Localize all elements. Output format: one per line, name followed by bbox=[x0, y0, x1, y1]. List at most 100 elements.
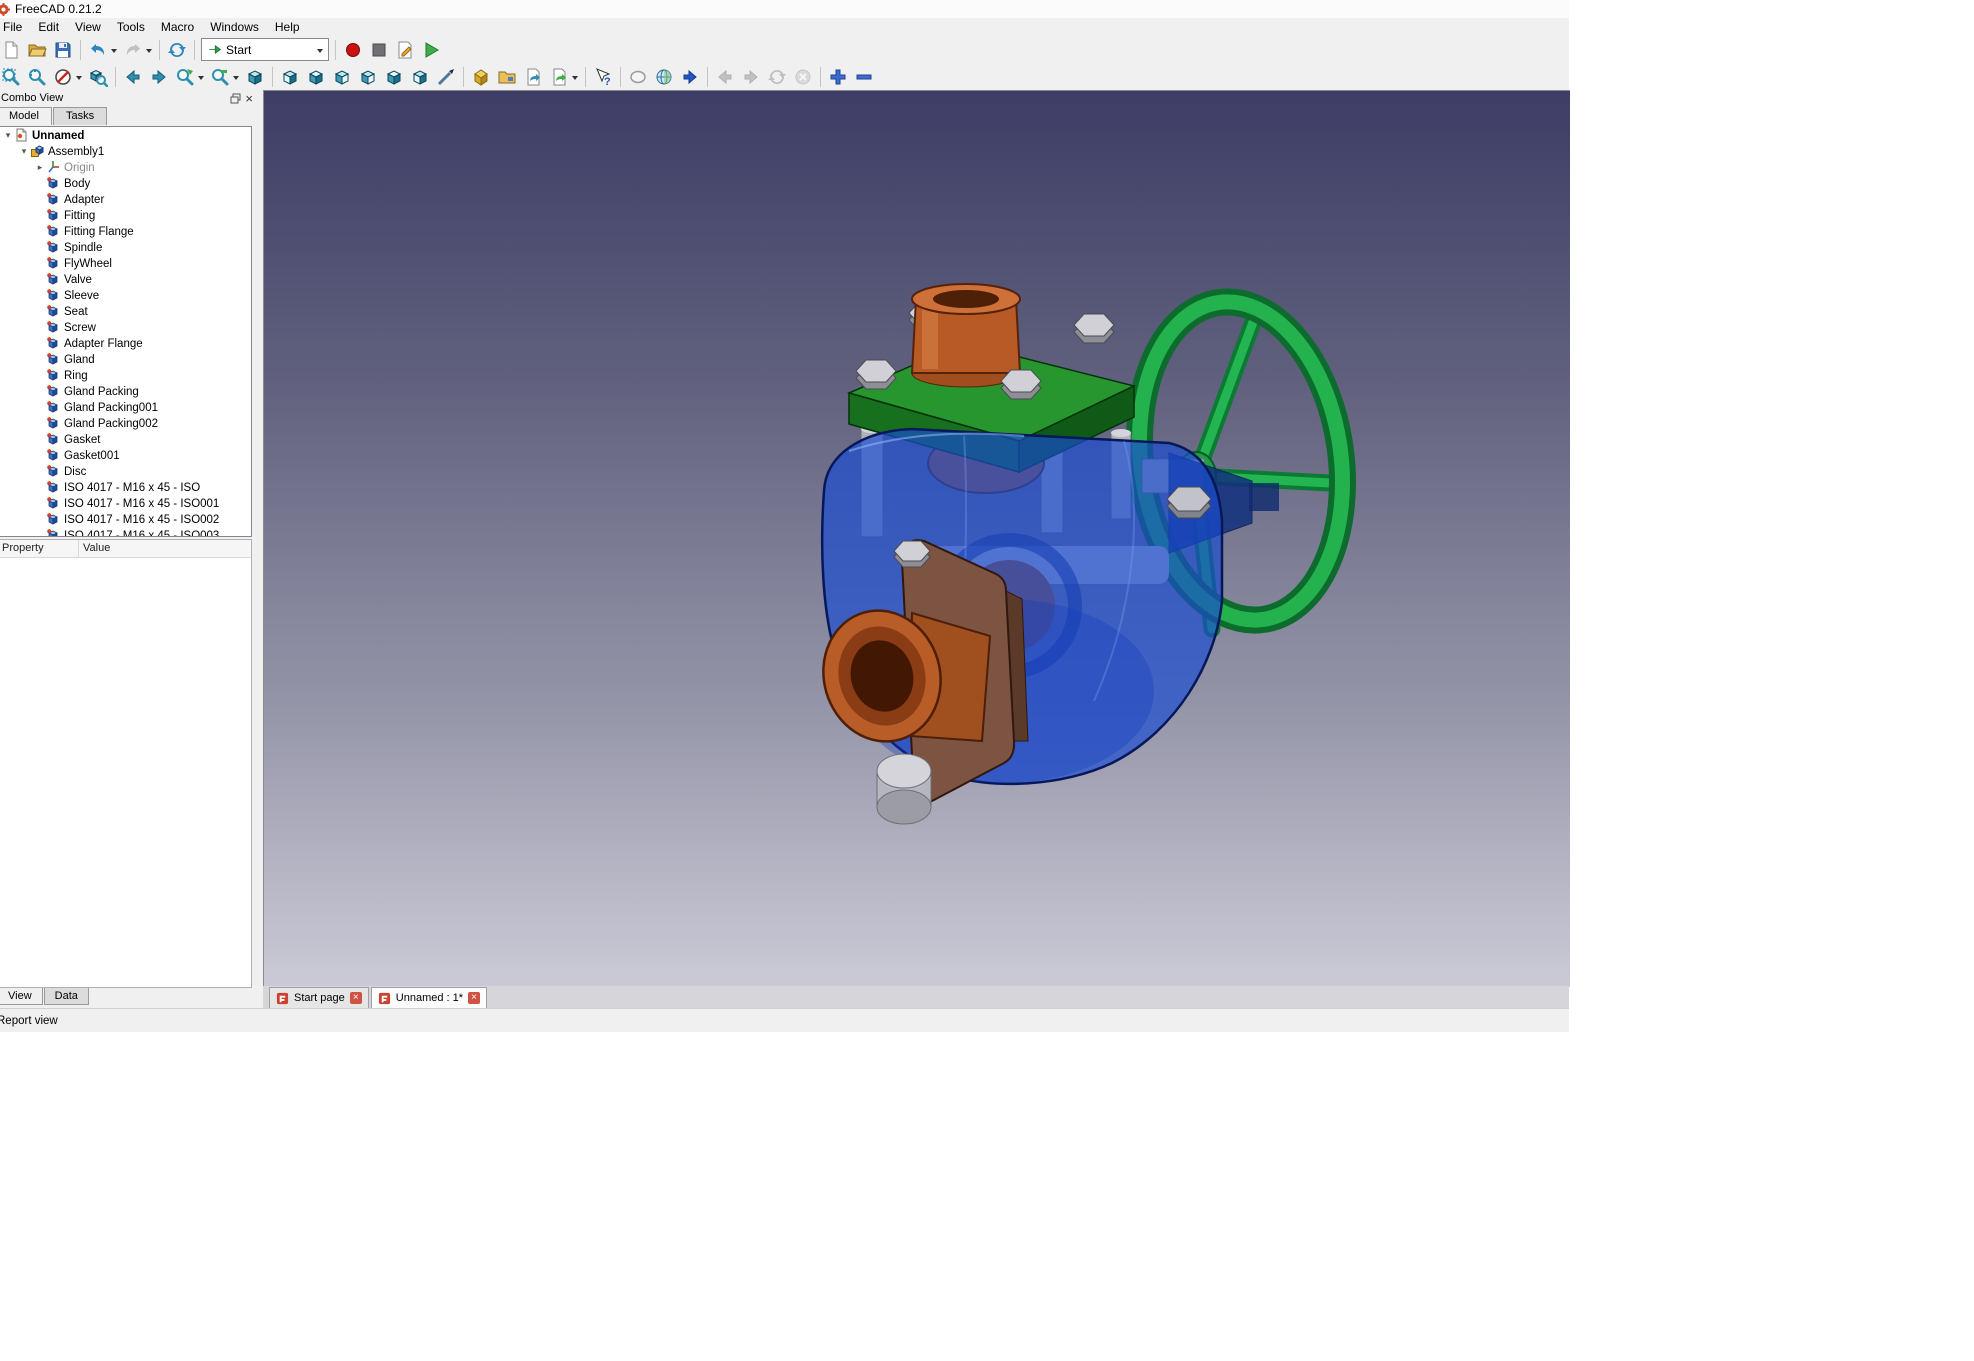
menu-item[interactable]: View bbox=[67, 18, 109, 36]
close-panel-icon[interactable]: × bbox=[245, 93, 253, 104]
view-front-button[interactable] bbox=[277, 65, 303, 89]
tree-item-gland-packing001[interactable]: Gland Packing001 bbox=[0, 399, 251, 415]
document-tab[interactable]: Start page × bbox=[269, 987, 369, 1008]
tree-item-ring[interactable]: Ring bbox=[0, 367, 251, 383]
nav-back-button[interactable] bbox=[120, 65, 146, 89]
macro-play-button[interactable] bbox=[418, 38, 444, 62]
tree-item-sleeve[interactable]: Sleeve bbox=[0, 287, 251, 303]
tree-item-valve[interactable]: Valve bbox=[0, 271, 251, 287]
combo-view-tab[interactable]: Model bbox=[0, 107, 52, 125]
tree-item-flywheel[interactable]: FlyWheel bbox=[0, 255, 251, 271]
whats-this-button[interactable]: ? bbox=[590, 65, 616, 89]
make-link-relative-button[interactable] bbox=[546, 65, 581, 89]
undo-button[interactable] bbox=[85, 38, 120, 62]
save-file-button[interactable] bbox=[50, 38, 76, 62]
draw-style-button[interactable] bbox=[50, 65, 85, 89]
zoom-out-button[interactable] bbox=[851, 65, 877, 89]
tree-item-adapter[interactable]: Adapter bbox=[0, 191, 251, 207]
chevron-down-icon[interactable]: ▾ bbox=[18, 146, 30, 157]
tree-item-label: Ring bbox=[64, 369, 88, 382]
create-part-button[interactable] bbox=[468, 65, 494, 89]
document-tab[interactable]: Unnamed : 1* × bbox=[371, 987, 487, 1008]
tree-item-gasket001[interactable]: Gasket001 bbox=[0, 447, 251, 463]
open-website-button[interactable] bbox=[651, 65, 677, 89]
menu-item[interactable]: Edit bbox=[30, 18, 67, 36]
part-icon bbox=[46, 288, 61, 302]
tree-item-fitting-flange[interactable]: Fitting Flange bbox=[0, 223, 251, 239]
menu-item[interactable]: Help bbox=[267, 18, 308, 36]
menu-item[interactable]: Windows bbox=[202, 18, 267, 36]
box-zoom-button[interactable] bbox=[85, 65, 111, 89]
tree-item-seat[interactable]: Seat bbox=[0, 303, 251, 319]
chevron-down-icon[interactable]: ▾ bbox=[2, 130, 14, 141]
close-tab-icon[interactable]: × bbox=[468, 992, 480, 1004]
value-column-header: Value bbox=[79, 540, 114, 557]
refresh-button[interactable] bbox=[164, 38, 190, 62]
tree-item-unnamed[interactable]: ▾Unnamed bbox=[0, 127, 251, 143]
view-top-button[interactable] bbox=[303, 65, 329, 89]
redo-button[interactable] bbox=[120, 38, 155, 62]
tree-item-fitting[interactable]: Fitting bbox=[0, 207, 251, 223]
open-file-button[interactable] bbox=[24, 38, 50, 62]
tree-item-label: Spindle bbox=[64, 241, 102, 254]
tree-item-body[interactable]: Body bbox=[0, 175, 251, 191]
tree-item-iso-4017-m16-x-45-iso003[interactable]: ISO 4017 - M16 x 45 - ISO003 bbox=[0, 527, 251, 537]
nav-forward-button[interactable] bbox=[146, 65, 172, 89]
tree-item-gland[interactable]: Gland bbox=[0, 351, 251, 367]
float-panel-icon[interactable] bbox=[230, 93, 241, 104]
tree-item-gland-packing[interactable]: Gland Packing bbox=[0, 383, 251, 399]
tree-item-assembly1[interactable]: ▾Assembly1 bbox=[0, 143, 251, 159]
macro-record-button[interactable] bbox=[340, 38, 366, 62]
open-file-icon bbox=[26, 39, 48, 61]
fit-selection-button[interactable] bbox=[0, 65, 24, 89]
view-left-button[interactable] bbox=[407, 65, 433, 89]
part-icon bbox=[46, 224, 61, 238]
tree-item-gland-packing002[interactable]: Gland Packing002 bbox=[0, 415, 251, 431]
menu-item[interactable]: Macro bbox=[153, 18, 202, 36]
box-zoom-icon bbox=[87, 66, 109, 88]
start-page-button[interactable] bbox=[625, 65, 651, 89]
menu-item[interactable]: Tools bbox=[109, 18, 153, 36]
combo-view-tab[interactable]: Tasks bbox=[53, 107, 107, 125]
viewport-3d[interactable] bbox=[263, 90, 1570, 987]
sync-view-button[interactable] bbox=[207, 65, 242, 89]
view-rear-button[interactable] bbox=[355, 65, 381, 89]
tree-item-screw[interactable]: Screw bbox=[0, 319, 251, 335]
menu-item[interactable]: File bbox=[0, 18, 30, 36]
link-select-button[interactable] bbox=[172, 65, 207, 89]
measure-button[interactable] bbox=[433, 65, 459, 89]
view-bottom-button[interactable] bbox=[381, 65, 407, 89]
close-tab-icon[interactable]: × bbox=[350, 992, 362, 1004]
tree-item-origin[interactable]: ▸Origin bbox=[0, 159, 251, 175]
tree-item-adapter-flange[interactable]: Adapter Flange bbox=[0, 335, 251, 351]
freecad-logo-icon bbox=[0, 3, 10, 16]
browser-forward-button[interactable] bbox=[738, 65, 764, 89]
view-right-button[interactable] bbox=[329, 65, 355, 89]
view-isometric-icon bbox=[244, 66, 266, 88]
tree-item-gasket[interactable]: Gasket bbox=[0, 431, 251, 447]
tree-item-iso-4017-m16-x-45-iso002[interactable]: ISO 4017 - M16 x 45 - ISO002 bbox=[0, 511, 251, 527]
screen: { "window": { "title": "FreeCAD 0.21.2" … bbox=[0, 0, 1974, 1361]
macro-stop-button[interactable] bbox=[366, 38, 392, 62]
tree-item-spindle[interactable]: Spindle bbox=[0, 239, 251, 255]
tree-item-label: Gland Packing bbox=[64, 385, 139, 398]
new-file-button[interactable] bbox=[0, 38, 24, 62]
tree-item-iso-4017-m16-x-45-iso[interactable]: ISO 4017 - M16 x 45 - ISO bbox=[0, 479, 251, 495]
workbench-selector[interactable]: Start bbox=[201, 38, 329, 61]
fit-all-button[interactable] bbox=[24, 65, 50, 89]
browser-stop-button[interactable] bbox=[790, 65, 816, 89]
browser-refresh-button[interactable] bbox=[764, 65, 790, 89]
make-link-button[interactable] bbox=[520, 65, 546, 89]
combo-view-panel: Combo View × ModelTasks ▾Unnamed▾Assembl… bbox=[0, 90, 257, 1006]
macro-edit-button[interactable] bbox=[392, 38, 418, 62]
browser-back-button[interactable] bbox=[712, 65, 738, 89]
view-isometric-button[interactable] bbox=[242, 65, 268, 89]
create-group-button[interactable] bbox=[494, 65, 520, 89]
chevron-right-icon[interactable]: ▸ bbox=[34, 162, 46, 173]
go-forward-button[interactable] bbox=[677, 65, 703, 89]
tree-item-iso-4017-m16-x-45-iso001[interactable]: ISO 4017 - M16 x 45 - ISO001 bbox=[0, 495, 251, 511]
property-view-tab[interactable]: Data bbox=[44, 988, 89, 1005]
zoom-in-button[interactable] bbox=[825, 65, 851, 89]
tree-item-disc[interactable]: Disc bbox=[0, 463, 251, 479]
property-view-tab[interactable]: View bbox=[0, 988, 43, 1005]
